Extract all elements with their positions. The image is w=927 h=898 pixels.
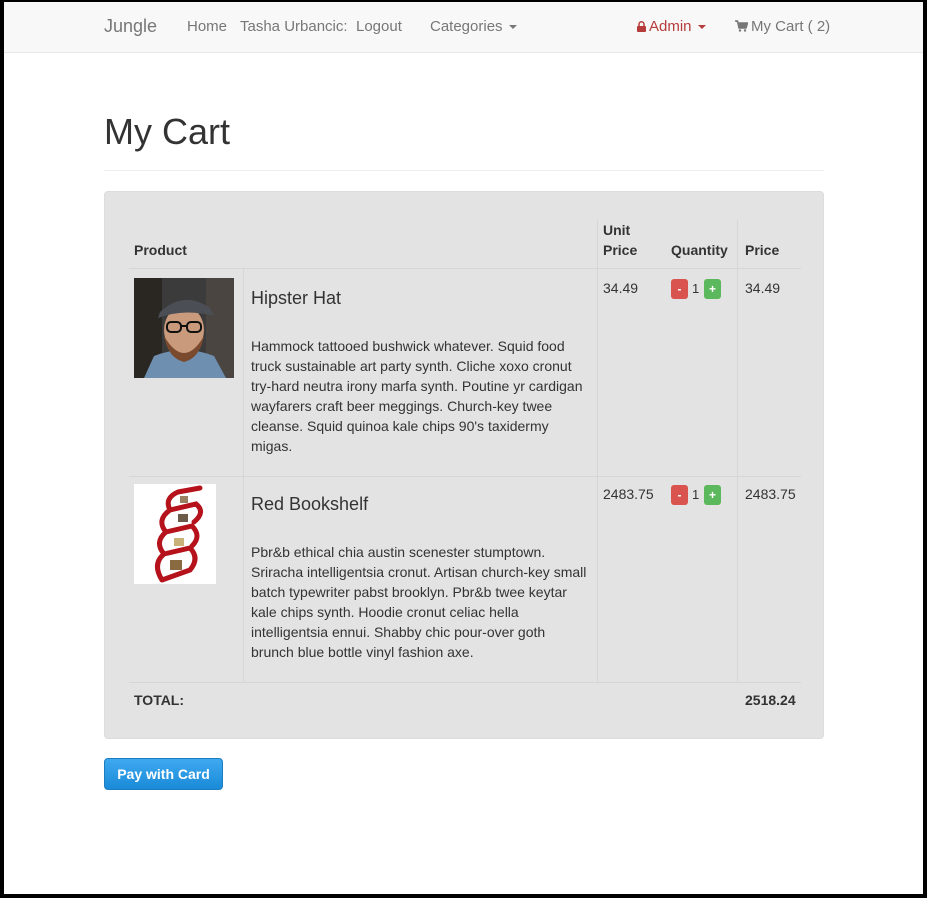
chevron-down-icon <box>508 25 517 30</box>
header-price: Price <box>745 242 780 258</box>
column-divider <box>737 220 738 682</box>
nav-logout-link[interactable]: Logout <box>356 18 402 36</box>
lock-icon <box>637 21 646 32</box>
chevron-down-icon <box>697 25 706 30</box>
product-image-hipster-hat[interactable] <box>134 278 234 378</box>
header-unit-price-line1: Unit <box>603 222 631 238</box>
navbar: Jungle Home Tasha Urbancic: Logout Categ… <box>4 2 923 53</box>
quantity-value: 1 <box>692 487 700 502</box>
red-bookshelf-photo <box>134 484 216 584</box>
row-divider <box>129 268 801 269</box>
unit-price: 34.49 <box>603 280 639 296</box>
product-description: Pbr&b ethical chia austin scenester stum… <box>251 544 587 660</box>
header-unit-price-line2: Price <box>603 242 638 258</box>
brand-link[interactable]: Jungle <box>104 17 157 35</box>
total-value: 2518.24 <box>745 692 796 708</box>
hipster-hat-photo <box>134 278 234 378</box>
page-title: My Cart <box>104 111 230 152</box>
page: Jungle Home Tasha Urbancic: Logout Categ… <box>4 2 923 894</box>
line-price: 2483.75 <box>745 486 796 502</box>
admin-dropdown[interactable]: Admin <box>637 18 706 36</box>
product-name[interactable]: Red Bookshelf <box>251 494 368 514</box>
unit-price: 2483.75 <box>603 486 654 502</box>
column-divider <box>597 220 598 682</box>
product-description: Hammock tattooed bushwick whatever. Squi… <box>251 338 583 454</box>
nav-user-name: Tasha Urbancic: <box>240 18 348 35</box>
row-divider <box>129 476 801 477</box>
decrease-quantity-button[interactable]: - <box>671 279 688 299</box>
pay-with-card-button[interactable]: Pay with Card <box>104 758 223 790</box>
product-name[interactable]: Hipster Hat <box>251 288 341 308</box>
categories-label: Categories <box>430 18 503 35</box>
column-divider <box>243 269 244 682</box>
header-product: Product <box>134 242 187 258</box>
my-cart-link[interactable]: My Cart ( 2) <box>735 18 830 36</box>
increase-quantity-button[interactable]: + <box>704 279 721 299</box>
row-divider <box>129 682 801 683</box>
nav-home-link[interactable]: Home <box>187 18 227 36</box>
title-divider <box>104 170 824 171</box>
categories-dropdown[interactable]: Categories <box>430 18 517 36</box>
line-price: 34.49 <box>745 280 781 296</box>
admin-label: Admin <box>649 18 692 35</box>
increase-quantity-button[interactable]: + <box>704 485 721 505</box>
header-quantity: Quantity <box>671 242 728 258</box>
cart-table-panel: Product Unit Price Quantity Price Hipste… <box>104 191 824 739</box>
quantity-value: 1 <box>692 281 700 296</box>
product-image-red-bookshelf[interactable] <box>134 484 216 584</box>
shopping-cart-icon <box>735 20 748 32</box>
total-label: TOTAL: <box>134 692 185 708</box>
cart-label: My Cart ( 2) <box>751 18 831 35</box>
decrease-quantity-button[interactable]: - <box>671 485 688 505</box>
